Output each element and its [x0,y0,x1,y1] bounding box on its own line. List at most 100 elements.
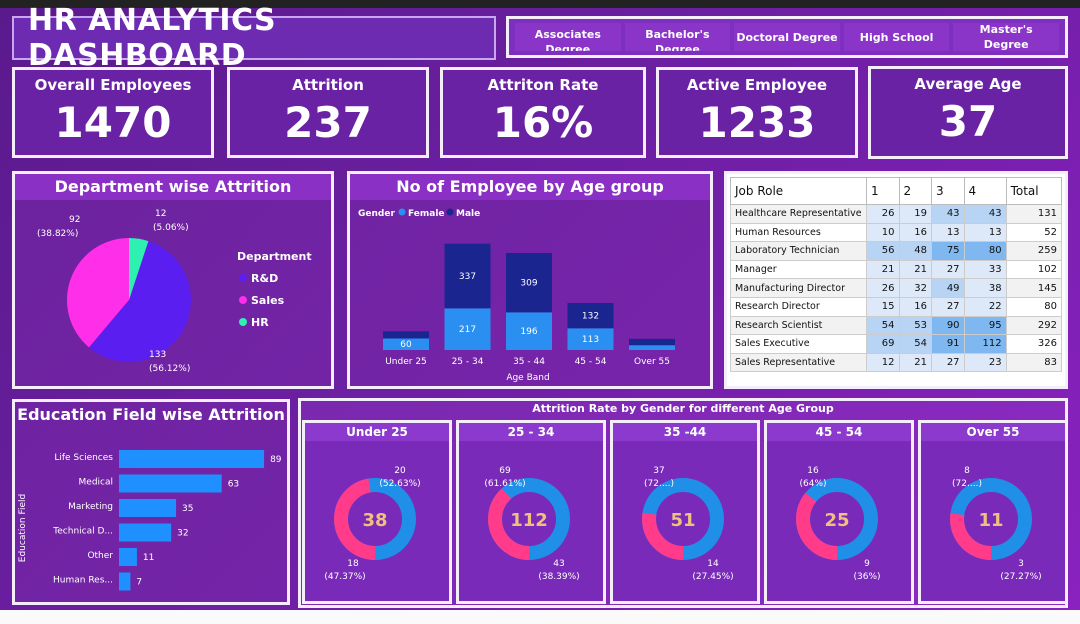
kpi-label: Active Employee [686,76,828,94]
donut-label-b-value: 3 [1018,559,1024,569]
x-axis-label: Age Band [506,373,549,383]
donut-card-title: 45 - 54 [767,423,911,441]
slicer-option-high-school[interactable]: High School [843,23,950,51]
value-cell: 326 [1005,334,1063,354]
education-slicer[interactable]: Associates Degree Bachelor's Degree Doct… [506,16,1068,58]
table-row: Manager 21 21 27 33 102 [730,259,1063,280]
bottom-bar [0,610,1080,624]
pie-label-sales-pct: (38.82%) [37,229,78,239]
value-cell: 54 [898,334,933,354]
kpi-label: Attriton Rate [487,76,599,94]
job-role-cell: Human Resources [730,222,867,243]
value-cell: 23 [963,352,1007,373]
value-cell: 21 [866,259,900,280]
data-label-female: 196 [520,327,537,337]
donut-chart: 51 37 (72....) 14 (27.45%) [642,466,734,582]
slicer-option-doctoral[interactable]: Doctoral Degree [734,23,840,51]
x-tick-label: 35 - 44 [513,357,545,367]
panel-title: Education Field wise Attrition [17,405,285,424]
value-cell: 95 [963,315,1007,336]
job-role-cell: Sales Executive [730,334,867,354]
data-label: 89 [270,455,282,465]
donut-label-a-pct: (61.61%) [484,479,525,489]
donut-card: 35 -44 51 37 (72....) 14 (27.45%) [610,420,760,604]
slicer-option-masters[interactable]: Master's Degree [953,23,1059,51]
kpi-value: 16% [492,98,594,147]
legend-title: Gender [358,209,395,219]
value-cell: 13 [963,222,1007,243]
bar[interactable] [119,499,177,517]
donut-chart: 112 69 (61.61%) 43 (38.39%) [484,466,579,582]
donut-label-b-value: 18 [347,559,359,569]
kpi-value: 1470 [54,98,172,147]
legend-label: Sales [251,294,285,307]
kpi-attrition: Attrition 237 [227,67,429,158]
bar-male[interactable] [383,331,429,339]
value-cell: 54 [866,315,900,336]
donut-label-b-pct: (38.39%) [538,572,579,582]
table-row: Research Director 15 16 27 22 80 [730,296,1063,317]
value-cell: 21 [898,352,933,373]
table-row: Manufacturing Director 26 32 49 38 145 [730,278,1063,298]
kpi-label: Attrition [292,76,364,94]
y-tick-label: Medical [79,478,113,488]
donut-label-a-value: 16 [807,466,819,476]
table-header-cell[interactable]: 2 [898,177,933,205]
slicer-option-associates[interactable]: Associates Degree [515,23,621,51]
table-header-cell[interactable]: 3 [931,177,965,205]
pie-label-rd-value: 133 [149,350,166,360]
value-cell: 26 [866,278,900,298]
donut-card-title: Over 55 [921,423,1065,441]
value-cell: 22 [963,296,1007,317]
job-role-cell: Healthcare Representative [730,204,867,224]
value-cell: 27 [931,259,965,280]
table-header-cell[interactable]: Total [1005,177,1063,205]
bar[interactable] [119,572,131,591]
donut-total: 112 [510,510,548,531]
panel-title: No of Employee by Age group [350,174,710,200]
kpi-value: 37 [938,97,998,146]
slicer-option-bachelors[interactable]: Bachelor's Degree [624,23,731,51]
pie-label-rd-pct: (56.12%) [149,364,190,374]
value-cell: 259 [1005,241,1063,261]
bar-female[interactable] [629,345,675,350]
table-row: Sales Representative 12 21 27 23 83 [730,352,1063,373]
kpi-value: 1233 [698,98,816,147]
donut-label-b-value: 9 [864,559,870,569]
value-cell: 112 [963,334,1007,354]
value-cell: 102 [1005,259,1063,280]
value-cell: 131 [1005,204,1063,224]
age-group-panel: No of Employee by Age group Gender Femal… [347,171,713,389]
donut-card-title: 35 -44 [613,423,757,441]
x-tick-label: 25 - 34 [452,357,484,367]
table-header-cell[interactable]: 4 [963,177,1007,205]
data-label-male: 132 [582,312,599,322]
bar[interactable] [119,548,137,566]
legend-marker [398,208,406,216]
bar-male[interactable] [629,338,675,346]
kpi-value: 237 [284,98,372,147]
data-label-male: 309 [520,279,537,289]
donut-chart: 25 16 (64%) 9 (36%) [796,466,881,582]
donut-total: 25 [824,510,849,531]
bar[interactable] [119,450,265,468]
value-cell: 26 [866,204,900,224]
data-label: 35 [182,504,193,514]
value-cell: 43 [931,204,965,224]
donut-total: 51 [670,510,695,531]
panel-title: Attrition Rate by Gender for different A… [532,402,834,415]
data-label-female: 113 [582,335,599,345]
donut-label-a-pct: (72....) [952,479,982,489]
bar[interactable] [119,523,172,542]
legend-title: Department [237,250,312,263]
value-cell: 32 [898,278,933,298]
donut-chart: 38 20 (52.63%) 18 (47.37%) [324,466,420,582]
donut-label-a-value: 69 [499,466,511,476]
table-header-cell[interactable]: 1 [866,177,900,205]
value-cell: 19 [898,204,933,224]
bar[interactable] [119,474,222,493]
donut-label-b-pct: (27.45%) [692,572,733,582]
donut-label-a-value: 20 [394,466,406,476]
table-header-cell[interactable]: Job Role [730,177,867,205]
value-cell: 80 [963,241,1007,261]
